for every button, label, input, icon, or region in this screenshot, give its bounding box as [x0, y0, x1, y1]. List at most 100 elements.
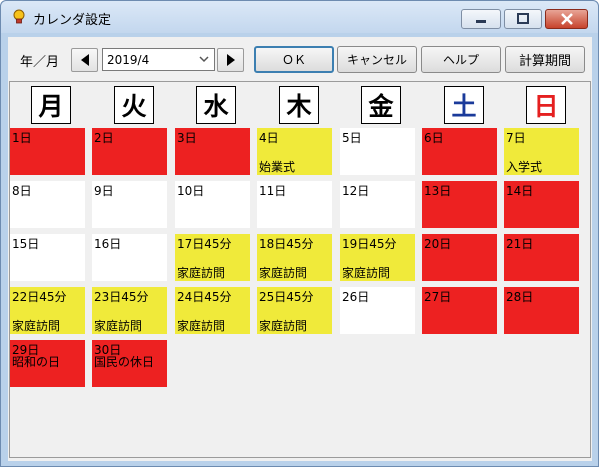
calendar-day-cell[interactable]: 27日	[422, 287, 497, 334]
day-number: 3日	[177, 131, 197, 145]
day-event: 始業式	[259, 160, 296, 174]
calendar-day-cell[interactable]: 28日	[504, 287, 579, 334]
day-number: 20日	[424, 237, 452, 251]
weekday-header-fri: 金	[361, 86, 401, 124]
day-number: 15日	[12, 237, 40, 251]
calendar-day-cell[interactable]: 3日	[175, 128, 250, 175]
calendar-day-cell[interactable]: 13日	[422, 181, 497, 228]
day-number: 25日45分	[259, 290, 314, 304]
calendar-day-cell[interactable]: 10日	[175, 181, 250, 228]
dialog-body: 年／月 2019/4 ＯＫ キャンセル ヘルプ 計算期間 月 火 水 木 金 土…	[8, 37, 592, 461]
day-number: 21日	[506, 237, 534, 251]
day-number: 16日	[94, 237, 122, 251]
close-button[interactable]	[545, 9, 588, 29]
day-number: 6日	[424, 131, 444, 145]
calendar-day-cell[interactable]: 9日	[92, 181, 167, 228]
calendar-day-cell[interactable]: 24日45分 家庭訪問	[175, 287, 250, 334]
day-number: 5日	[342, 131, 362, 145]
day-number: 1日	[12, 131, 32, 145]
weekday-header-wed: 水	[196, 86, 236, 124]
calendar-day-cell[interactable]: 2日	[92, 128, 167, 175]
chevron-down-icon	[199, 56, 209, 63]
window-title: カレンダ設定	[33, 13, 112, 28]
day-number: 28日	[506, 290, 534, 304]
month-select[interactable]: 2019/4	[102, 48, 215, 71]
day-number: 10日	[177, 184, 205, 198]
calendar-day-cell[interactable]: 20日	[422, 234, 497, 281]
calendar-day-cell[interactable]: 12日	[340, 181, 415, 228]
calc-period-button[interactable]: 計算期間	[505, 46, 585, 73]
day-number: 23日45分	[94, 290, 149, 304]
calendar-day-cell[interactable]: 21日	[504, 234, 579, 281]
day-number: 4日	[259, 131, 279, 145]
day-number: 11日	[259, 184, 287, 198]
calendar-day-cell[interactable]: 7日入学式	[504, 128, 579, 175]
triangle-left-icon	[80, 54, 89, 66]
day-event: 家庭訪問	[259, 319, 308, 333]
day-number: 8日	[12, 184, 32, 198]
day-number: 18日45分	[259, 237, 314, 251]
day-event: 家庭訪問	[177, 319, 226, 333]
next-month-button[interactable]	[217, 48, 244, 72]
year-month-label: 年／月	[20, 55, 60, 70]
month-select-value: 2019/4	[107, 53, 150, 67]
day-number: 14日	[506, 184, 534, 198]
day-event: 家庭訪問	[94, 319, 143, 333]
maximize-button[interactable]	[504, 9, 542, 29]
day-number: 19日45分	[342, 237, 397, 251]
maximize-icon	[517, 13, 529, 24]
calendar-settings-window: カレンダ設定 年／月 2019/4 ＯＫ キャンセル ヘルプ 計算期間 月 火	[0, 0, 599, 467]
day-number: 12日	[342, 184, 370, 198]
cancel-button[interactable]: キャンセル	[337, 46, 417, 73]
day-number: 26日	[342, 290, 370, 304]
day-event: 入学式	[506, 160, 543, 174]
day-number: 13日	[424, 184, 452, 198]
calendar-day-cell[interactable]: 5日	[340, 128, 415, 175]
day-number: 22日45分	[12, 290, 67, 304]
help-button[interactable]: ヘルプ	[421, 46, 501, 73]
calendar-day-cell[interactable]: 26日	[340, 287, 415, 334]
calendar-day-cell[interactable]: 18日45分 家庭訪問	[257, 234, 332, 281]
lightbulb-icon	[13, 9, 25, 24]
minimize-icon	[476, 20, 486, 23]
calendar-day-cell[interactable]: 30日 国民の休日	[92, 340, 167, 387]
day-event: 家庭訪問	[177, 266, 226, 280]
ok-button[interactable]: ＯＫ	[254, 46, 334, 73]
triangle-right-icon	[226, 54, 235, 66]
calendar-day-cell[interactable]: 23日45分 家庭訪問	[92, 287, 167, 334]
calendar-day-cell[interactable]: 17日45分 家庭訪問	[175, 234, 250, 281]
calendar-day-cell[interactable]: 29日 昭和の日	[10, 340, 85, 387]
calendar-day-cell[interactable]: 6日	[422, 128, 497, 175]
day-number: 27日	[424, 290, 452, 304]
calendar-day-cell[interactable]: 11日	[257, 181, 332, 228]
weekday-header-sun: 日	[526, 86, 566, 124]
title-bar[interactable]: カレンダ設定	[1, 1, 598, 33]
day-number: 7日	[506, 131, 526, 145]
weekday-header-thu: 木	[279, 86, 319, 124]
calendar-day-cell[interactable]: 15日	[10, 234, 85, 281]
day-event: 家庭訪問	[259, 266, 308, 280]
minimize-button[interactable]	[461, 9, 501, 29]
calendar-day-cell[interactable]: 1日	[10, 128, 85, 175]
calendar-day-cell[interactable]: 14日	[504, 181, 579, 228]
day-number: 9日	[94, 184, 114, 198]
day-number: 24日45分	[177, 290, 232, 304]
day-event: 家庭訪問	[12, 319, 61, 333]
day-event: 家庭訪問	[342, 266, 391, 280]
calendar-day-cell[interactable]: 4日始業式	[257, 128, 332, 175]
day-number: 17日45分	[177, 237, 232, 251]
calendar-day-cell[interactable]: 25日45分 家庭訪問	[257, 287, 332, 334]
weekday-header-sat: 土	[444, 86, 484, 124]
calendar-grid: 月 火 水 木 金 土 日 1日 2日 3日 4日始業式 5日 6日 7日入学式 8日 9日 10…	[9, 81, 591, 458]
day-event: 国民の休日	[94, 355, 155, 369]
prev-month-button[interactable]	[71, 48, 98, 72]
day-event: 昭和の日	[12, 355, 61, 369]
day-number: 2日	[94, 131, 114, 145]
calendar-day-cell[interactable]: 22日45分 家庭訪問	[10, 287, 85, 334]
calendar-day-cell[interactable]: 19日45分 家庭訪問	[340, 234, 415, 281]
calendar-day-cell[interactable]: 8日	[10, 181, 85, 228]
weekday-header-mon: 月	[31, 86, 71, 124]
weekday-header-tue: 火	[114, 86, 154, 124]
calendar-day-cell[interactable]: 16日	[92, 234, 167, 281]
close-icon	[560, 13, 573, 25]
